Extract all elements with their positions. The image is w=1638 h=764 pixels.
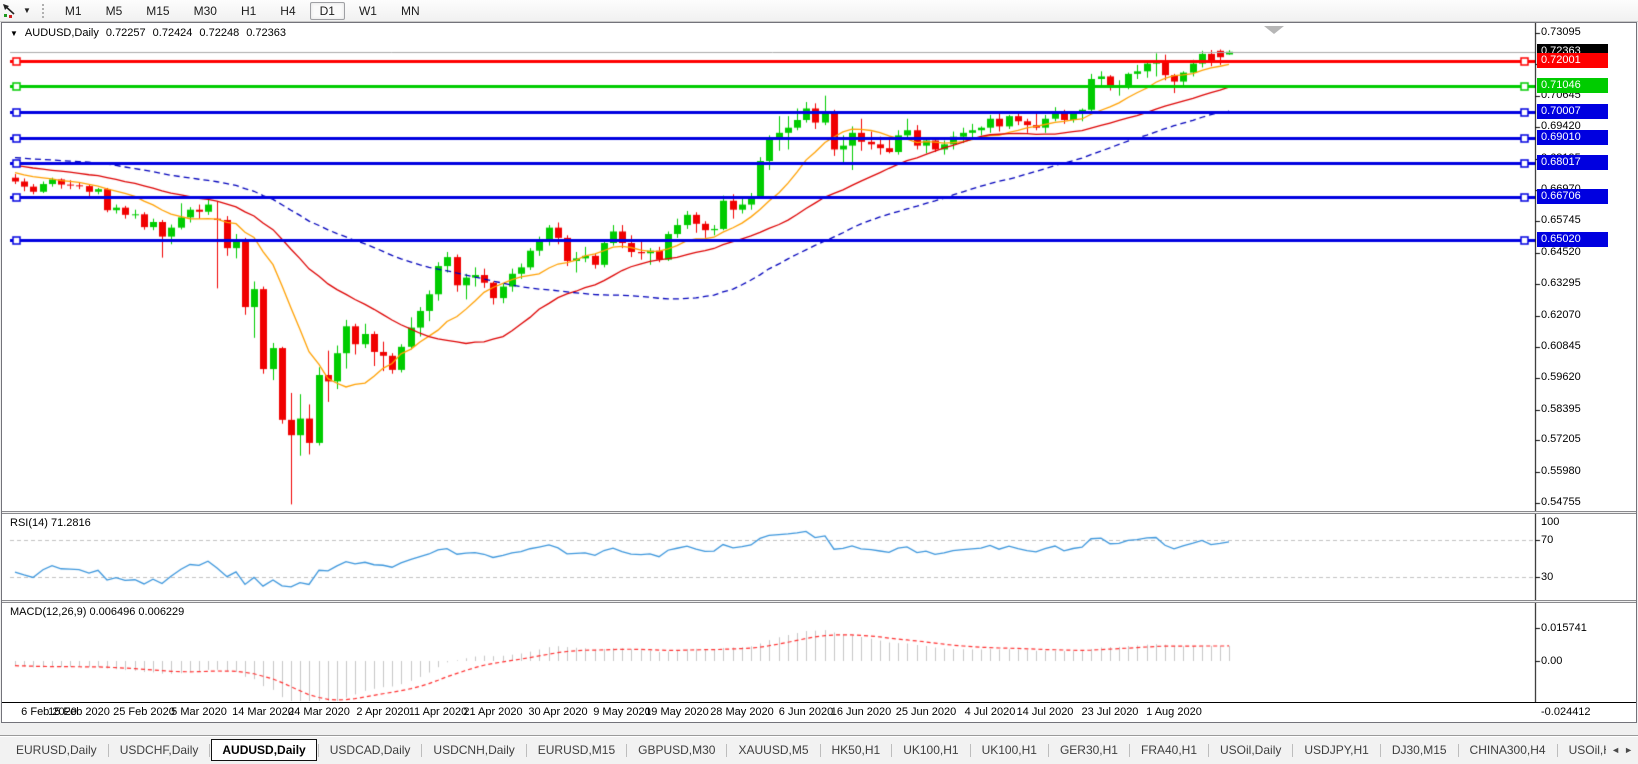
symbol-label: AUDUSD,Daily <box>25 27 99 39</box>
top-toolbar: ▼ M1M5M15 M30H1H4 D1W1MN <box>0 0 1638 22</box>
timeframe-buttons: M1M5M15 M30H1H4 D1W1MN <box>53 2 432 20</box>
chart-tab-uk100-h1[interactable]: UK100,H1 <box>893 739 968 761</box>
chart-tab-dj30-m15[interactable]: DJ30,M15 <box>1382 739 1457 761</box>
chart-tab-usdcnh-daily[interactable]: USDCNH,Daily <box>423 739 524 761</box>
price-axis-tick: 0.59620 <box>1541 371 1581 384</box>
tab-divider <box>526 744 527 757</box>
open-value: 0.72257 <box>106 27 146 39</box>
chart-tab-eurusd-m15[interactable]: EURUSD,M15 <box>528 739 625 761</box>
price-axis-tick: 0.65745 <box>1541 214 1581 227</box>
timeframe-button-m5[interactable]: M5 <box>96 2 133 20</box>
timeframe-button-m30[interactable]: M30 <box>184 2 227 20</box>
macd-axis-tick: 0.00 <box>1541 655 1562 668</box>
hline-price-badge: 0.70007 <box>1537 104 1608 119</box>
hline-price-badge: 0.66706 <box>1537 189 1608 204</box>
timeframe-button-mn[interactable]: MN <box>391 2 430 20</box>
price-chart-canvas[interactable] <box>2 23 1634 511</box>
hline-price-badge: 0.68017 <box>1537 155 1608 170</box>
tab-divider <box>820 744 821 757</box>
toolbar-dropdown-caret[interactable]: ▼ <box>23 6 31 15</box>
rsi-axis-tick: 70 <box>1541 534 1553 547</box>
chart-tab-usdjpy-h1[interactable]: USDJPY,H1 <box>1294 739 1378 761</box>
chart-tab-bar: EURUSD,DailyUSDCHF,DailyAUDUSD,DailyUSDC… <box>0 735 1638 764</box>
tab-divider <box>108 744 109 757</box>
tab-divider <box>970 744 971 757</box>
timeframe-button-m15[interactable]: M15 <box>136 2 179 20</box>
timeframe-button-w1[interactable]: W1 <box>349 2 387 20</box>
symbol-dropdown-icon[interactable]: ▼ <box>10 28 18 39</box>
tab-divider <box>1380 744 1381 757</box>
macd-indicator-canvas[interactable] <box>2 603 1634 702</box>
chart-window: ▼ AUDUSD,Daily 0.72257 0.72424 0.72248 0… <box>1 22 1637 723</box>
rsi-axis-tick: 30 <box>1541 571 1553 584</box>
chart-tab-audusd-daily[interactable]: AUDUSD,Daily <box>211 739 316 761</box>
tab-divider <box>626 744 627 757</box>
tab-list: EURUSD,DailyUSDCHF,DailyAUDUSD,DailyUSDC… <box>0 739 1606 761</box>
timeframe-button-h1[interactable]: H1 <box>231 2 266 20</box>
chart-tab-xauusd-m5[interactable]: XAUUSD,M5 <box>728 739 818 761</box>
macd-axis-tick: 0.015741 <box>1541 622 1587 635</box>
date-axis[interactable]: 6 Feb 202015 Feb 202025 Feb 20205 Mar 20… <box>2 702 1636 722</box>
rsi-indicator-canvas[interactable] <box>2 514 1634 600</box>
chart-tab-hk50-h1[interactable]: HK50,H1 <box>822 739 891 761</box>
rsi-axis-tick: 100 <box>1541 516 1559 529</box>
symbol-ohlc-readout: ▼ AUDUSD,Daily 0.72257 0.72424 0.72248 0… <box>10 27 286 39</box>
chart-tab-china300-h4[interactable]: CHINA300,H4 <box>1460 739 1556 761</box>
timeframe-button-m1[interactable]: M1 <box>55 2 92 20</box>
price-axis-tick: 0.64520 <box>1541 246 1581 259</box>
price-axis-tick: 0.62070 <box>1541 309 1581 322</box>
pointer-tool-icon[interactable] <box>1 3 21 19</box>
chart-tab-uk100-h1[interactable]: UK100,H1 <box>972 739 1047 761</box>
chart-tab-usdcad-daily[interactable]: USDCAD,Daily <box>320 739 421 761</box>
price-axis-tick: 0.57205 <box>1541 433 1581 446</box>
tab-divider <box>1292 744 1293 757</box>
date-axis-label: 1 Aug 2020 <box>1129 706 1219 718</box>
low-value: 0.72248 <box>199 27 239 39</box>
tab-scroll-left-icon[interactable]: ◄ <box>1611 745 1620 755</box>
toolbar-grip-handle[interactable] <box>42 4 44 18</box>
high-value: 0.72424 <box>153 27 193 39</box>
tab-divider <box>421 744 422 757</box>
price-axis-tick: 0.54755 <box>1541 496 1581 509</box>
chart-shift-marker[interactable] <box>1264 26 1284 34</box>
timeframe-button-d1[interactable]: D1 <box>310 2 345 20</box>
tab-divider <box>891 744 892 757</box>
tab-divider <box>1557 744 1558 757</box>
chart-tab-usoil-daily[interactable]: USOil,Daily <box>1210 739 1291 761</box>
hline-price-badge: 0.71046 <box>1537 78 1608 93</box>
tab-divider <box>1458 744 1459 757</box>
macd-label: MACD(12,26,9) 0.006496 0.006229 <box>10 606 184 618</box>
tab-scroll-buttons: ◄ ► <box>1606 745 1638 755</box>
tab-divider <box>1208 744 1209 757</box>
macd-axis-tick: -0.024412 <box>1541 706 1591 719</box>
chart-tab-gbpusd-m30[interactable]: GBPUSD,M30 <box>628 739 725 761</box>
price-axis-tick: 0.55980 <box>1541 465 1581 478</box>
close-value: 0.72363 <box>246 27 286 39</box>
chart-tab-eurusd-daily[interactable]: EURUSD,Daily <box>6 739 107 761</box>
hline-price-badge: 0.69010 <box>1537 130 1608 145</box>
price-axis-tick: 0.58395 <box>1541 403 1581 416</box>
tab-divider <box>1048 744 1049 757</box>
price-axis-tick: 0.60845 <box>1541 340 1581 353</box>
tab-divider <box>209 744 210 757</box>
tab-divider <box>318 744 319 757</box>
tab-scroll-right-icon[interactable]: ► <box>1624 745 1633 755</box>
price-axis-tick: 0.63295 <box>1541 277 1581 290</box>
chart-tab-fra40-h1[interactable]: FRA40,H1 <box>1131 739 1207 761</box>
chart-tab-usdchf-daily[interactable]: USDCHF,Daily <box>110 739 209 761</box>
chart-tab-usoil-h1[interactable]: USOil,H1 <box>1559 739 1607 761</box>
hline-price-badge: 0.65020 <box>1537 232 1608 247</box>
chart-tab-ger30-h1[interactable]: GER30,H1 <box>1050 739 1128 761</box>
price-axis-tick: 0.73095 <box>1541 26 1581 39</box>
timeframe-button-h4[interactable]: H4 <box>270 2 305 20</box>
rsi-label: RSI(14) 71.2816 <box>10 517 91 529</box>
tab-divider <box>1129 744 1130 757</box>
tab-divider <box>726 744 727 757</box>
hline-price-badge: 0.72001 <box>1537 53 1608 68</box>
